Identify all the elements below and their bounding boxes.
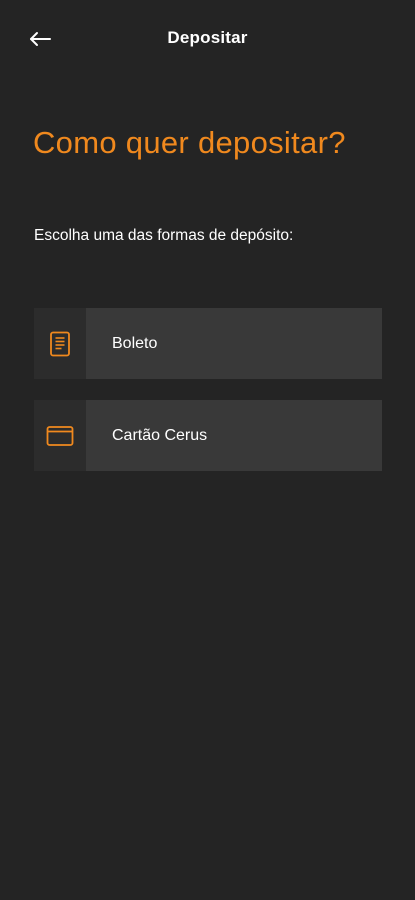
card-icon xyxy=(46,425,74,446)
instruction-text: Escolha uma das formas de depósito: xyxy=(34,227,294,244)
main-heading: Como quer depositar? xyxy=(33,125,346,160)
option-icon-container xyxy=(34,308,86,379)
app-header: Depositar xyxy=(0,0,415,78)
page-title: Depositar xyxy=(167,28,248,47)
option-boleto[interactable]: Boleto xyxy=(34,308,382,379)
option-icon-container xyxy=(34,400,86,471)
option-cartao-cerus[interactable]: Cartão Cerus xyxy=(34,400,382,471)
option-label: Boleto xyxy=(86,308,382,379)
option-label: Cartão Cerus xyxy=(86,400,382,471)
document-icon xyxy=(50,331,70,356)
